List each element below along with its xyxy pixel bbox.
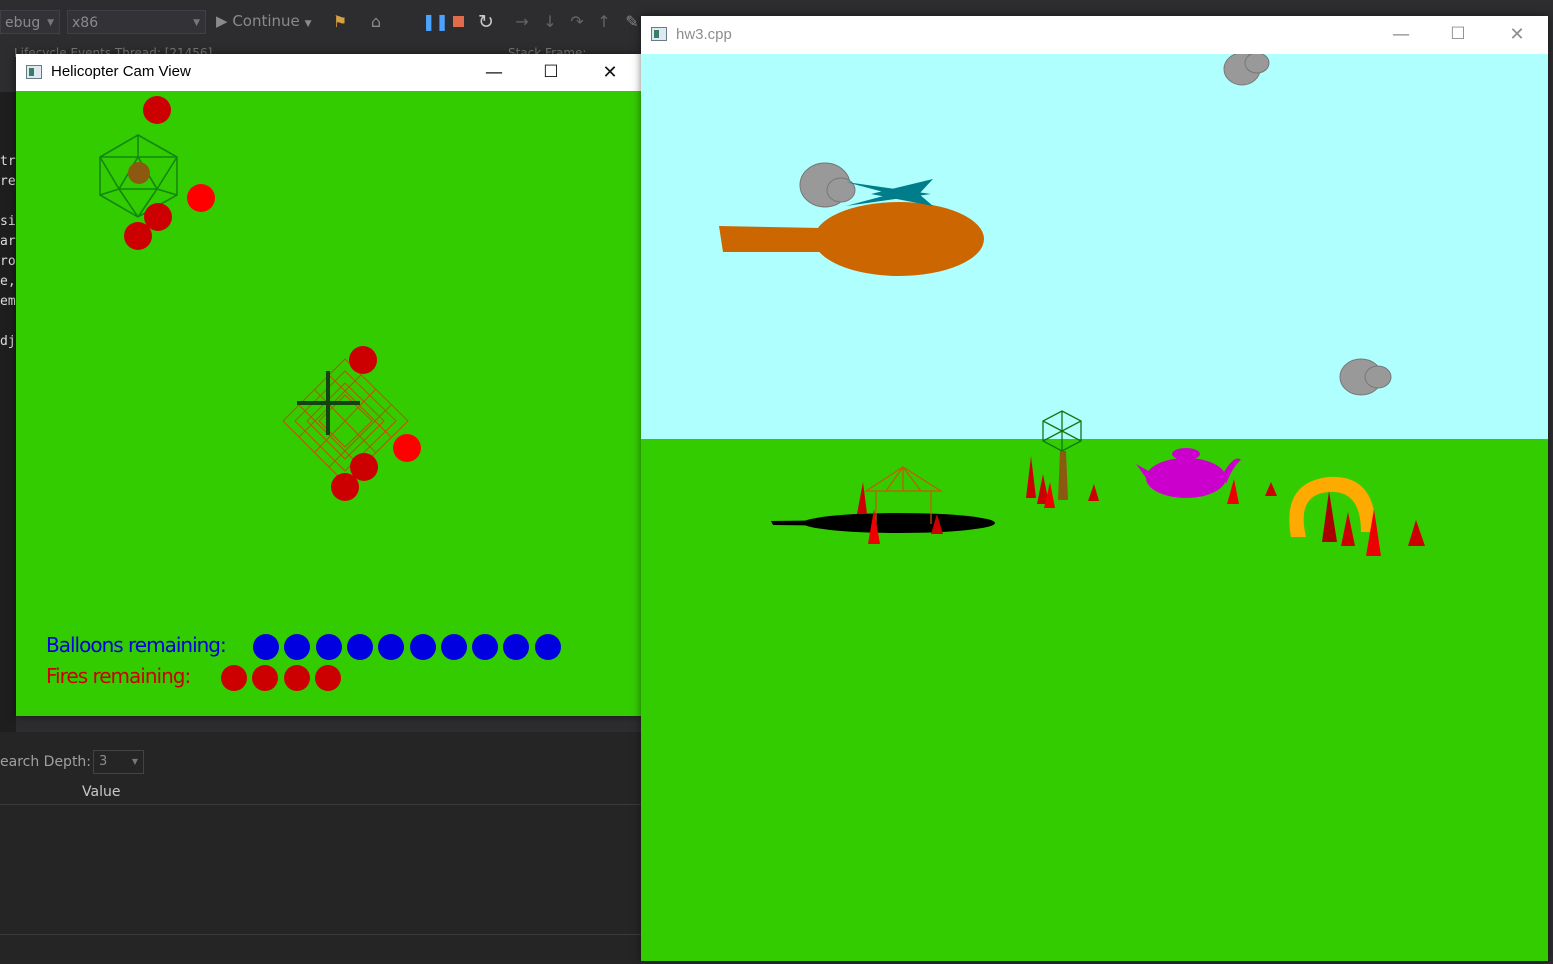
configuration-combo[interactable]: ebug ▼ [0, 10, 60, 34]
fire-indicator-dot [221, 665, 247, 691]
value-column-label: Value [82, 784, 121, 800]
tree-trunk-top [128, 162, 150, 184]
chevron-down-icon: ▼ [193, 18, 200, 28]
show-next-statement-icon[interactable]: → [512, 12, 532, 32]
app-icon [26, 65, 42, 79]
close-button[interactable]: ✕ [587, 54, 633, 91]
fire-marker [143, 96, 171, 124]
balloon-indicator-dot [253, 634, 279, 660]
step-into-icon[interactable]: ↓ [540, 12, 560, 32]
search-depth-value: 3 [99, 754, 108, 769]
fire-indicator-dot [283, 665, 310, 691]
balloon-indicator-dot [472, 634, 499, 660]
minimize-button[interactable]: — [471, 54, 517, 91]
fire-marker [393, 434, 421, 462]
configuration-value: ebug [5, 15, 41, 31]
balloon-indicator-dot [409, 634, 436, 660]
search-depth-label: earch Depth: [0, 754, 92, 770]
chevron-down-icon: ▼ [304, 19, 312, 29]
title-bar[interactable]: hw3.cpp — ☐ ✕ [641, 16, 1548, 54]
hot-reload-icon[interactable]: ⌂ [366, 12, 386, 32]
balloons-remaining-label: Balloons remaining: [46, 633, 227, 657]
play-icon: ▶ [216, 12, 228, 30]
platform-value: x86 [72, 15, 99, 31]
maximize-button[interactable]: ☐ [1435, 16, 1481, 53]
value-column-header[interactable]: Value [0, 780, 641, 805]
balloon-indicator-dot [378, 634, 405, 660]
scene-3d [641, 54, 1548, 961]
gazebo-wireframe [282, 358, 409, 484]
fires-remaining-label: Fires remaining: [46, 664, 191, 688]
crosshair-icon [297, 371, 360, 435]
hw3-window[interactable]: hw3.cpp — ☐ ✕ [641, 16, 1548, 961]
fire-indicator-dot [314, 665, 341, 691]
maximize-button[interactable]: ☐ [528, 54, 574, 91]
fire-marker [124, 222, 152, 250]
search-depth-combo[interactable]: 3 ▼ [93, 750, 144, 774]
process-icon[interactable]: ⚑ [330, 12, 350, 32]
minimize-button[interactable]: — [1378, 16, 1424, 53]
balloon-indicator-dot [315, 634, 342, 660]
tools-icon[interactable]: ✎ [622, 12, 642, 32]
window-title: hw3.cpp [676, 26, 732, 43]
chevron-down-icon: ▼ [131, 757, 138, 766]
fire-marker [349, 346, 377, 374]
platform-combo[interactable]: x86 ▼ [67, 10, 206, 34]
balloon-indicator-dot [440, 634, 467, 660]
heli-cam-viewport[interactable]: Balloons remaining: Fires remaining: [16, 91, 641, 716]
continue-label: Continue [232, 12, 300, 30]
ide-status-bar [0, 934, 641, 964]
balloon-indicator-dot [534, 634, 561, 660]
app-icon [651, 27, 667, 41]
fire-marker [187, 184, 215, 212]
close-button[interactable]: ✕ [1494, 16, 1540, 53]
code-line: e, [0, 274, 16, 289]
fire-marker [331, 473, 359, 501]
scene-viewport[interactable] [641, 54, 1548, 961]
chevron-down-icon: ▼ [47, 18, 54, 28]
code-line: em [0, 294, 16, 309]
continue-button[interactable]: ▶ Continue ▼ [216, 12, 311, 30]
window-title: Helicopter Cam View [51, 63, 191, 80]
helicopter-cam-window[interactable]: Helicopter Cam View — ☐ ✕ Balloons remai… [16, 54, 641, 716]
code-editor-strip: tre res sic arc rop e, em dju [0, 92, 23, 732]
top-down-scene [99, 96, 421, 501]
shadow-tail [771, 520, 861, 526]
step-out-icon[interactable]: ↑ [594, 12, 614, 32]
ground [641, 439, 1548, 961]
title-bar[interactable]: Helicopter Cam View — ☐ ✕ [16, 54, 641, 91]
stop-icon[interactable] [453, 16, 464, 27]
balloon-indicator-dot [346, 634, 373, 660]
step-over-icon[interactable]: ↷ [567, 12, 587, 32]
restart-icon[interactable]: ↻ [476, 12, 496, 32]
pause-icon[interactable]: ❚❚ [422, 12, 449, 32]
